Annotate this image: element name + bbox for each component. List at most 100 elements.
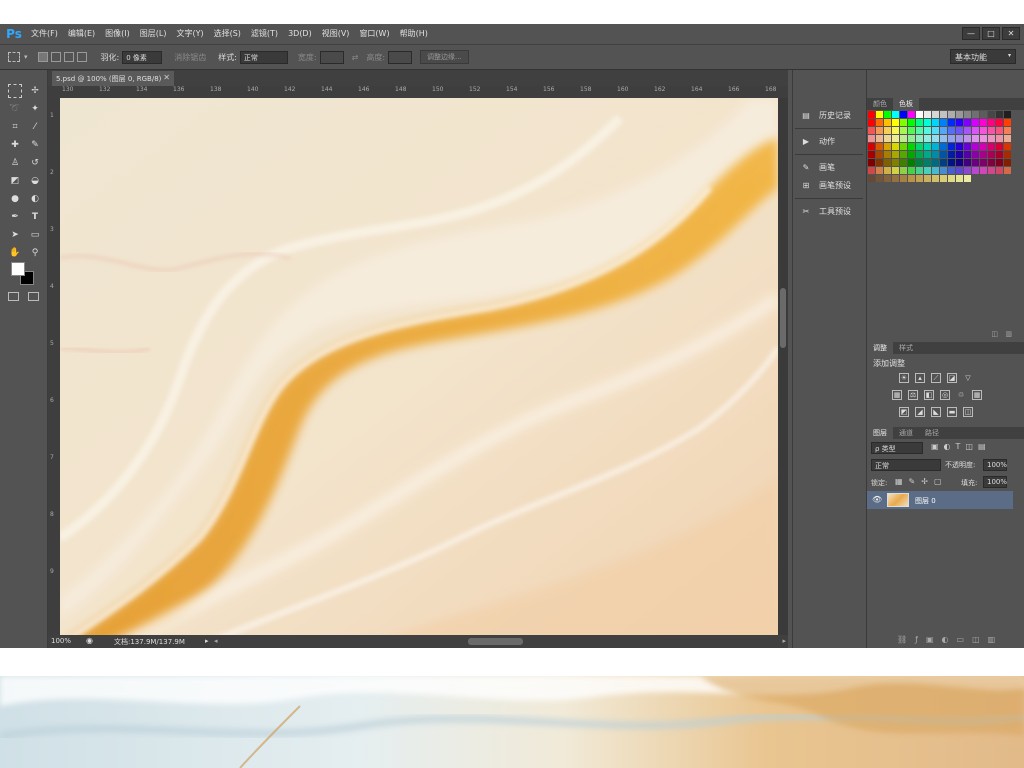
color-swatch[interactable] [956,135,963,142]
color-swatch[interactable] [884,159,891,166]
color-swatch[interactable] [884,111,891,118]
brush-presets-button[interactable]: ⊞ 画笔预设 [793,174,865,196]
color-swatch[interactable] [868,159,875,166]
color-swatch[interactable] [908,119,915,126]
color-swatch[interactable] [932,159,939,166]
vertical-scrollbar[interactable] [778,98,788,646]
color-swatch[interactable] [972,127,979,134]
color-swatch[interactable] [980,135,987,142]
history-brush-icon[interactable]: ↺ [28,156,42,170]
menu-layer[interactable]: 图层(L) [135,24,172,44]
color-swatch[interactable] [980,167,987,174]
color-swatch[interactable] [924,167,931,174]
photo-filter-icon[interactable]: ◎ [940,390,950,400]
color-swatch[interactable] [964,167,971,174]
quick-mask-icon[interactable] [8,292,19,301]
color-swatch[interactable] [980,159,987,166]
color-swatch[interactable] [996,111,1003,118]
layer-name[interactable]: 图层 0 [915,496,936,506]
color-swatch[interactable] [892,175,899,182]
color-swatch[interactable] [940,135,947,142]
color-swatch[interactable] [908,127,915,134]
color-swatch[interactable] [876,119,883,126]
color-swatch[interactable] [924,127,931,134]
color-swatch[interactable] [964,127,971,134]
color-swatch[interactable] [884,175,891,182]
color-swatch[interactable] [932,175,939,182]
color-lookup-icon[interactable]: ▦ [972,390,982,400]
color-swatch[interactable] [876,175,883,182]
tab-channels[interactable]: 通道 [893,427,919,439]
shape-icon[interactable]: ▭ [28,228,42,242]
color-swatch[interactable] [980,111,987,118]
scroll-left-icon[interactable]: ◂ [214,637,218,645]
eye-icon[interactable]: 👁 [872,495,882,504]
color-swatch[interactable] [908,111,915,118]
color-swatch[interactable] [980,127,987,134]
color-swatch[interactable] [916,151,923,158]
color-swatch[interactable] [884,119,891,126]
color-swatch[interactable] [956,127,963,134]
color-swatch[interactable] [892,167,899,174]
color-swatch[interactable] [932,143,939,150]
color-swatch[interactable] [964,135,971,142]
brush-icon[interactable]: ✎ [28,138,42,152]
layer-filter-select[interactable]: ρ 类型 [871,442,923,454]
info-icon[interactable]: ◉ [86,636,93,645]
color-swatch[interactable] [980,151,987,158]
color-swatch[interactable] [996,135,1003,142]
gradient-map-icon[interactable]: ▬ [947,407,957,417]
color-swatch[interactable] [868,135,875,142]
color-swatch[interactable] [972,167,979,174]
dodge-icon[interactable]: ◐ [28,192,42,206]
color-swatch[interactable] [932,135,939,142]
color-swatch[interactable] [924,175,931,182]
magic-wand-icon[interactable]: ✦ [28,102,42,116]
color-swatch[interactable] [900,159,907,166]
brightness-icon[interactable]: ☀ [899,373,909,383]
marquee-icon[interactable] [8,84,22,98]
color-swatch[interactable] [972,111,979,118]
refine-edge-button[interactable]: 调整边缘... [420,50,469,64]
scroll-right-icon[interactable]: ▸ [782,637,786,645]
color-swatch[interactable] [1004,167,1011,174]
color-swatch[interactable] [916,175,923,182]
crop-icon[interactable]: ⌗ [8,120,22,134]
color-swatch[interactable] [924,135,931,142]
color-swatch[interactable] [924,111,931,118]
color-swatch[interactable] [932,167,939,174]
color-swatch[interactable] [964,143,971,150]
color-swatch[interactable] [916,167,923,174]
color-swatch[interactable] [908,167,915,174]
color-swatch[interactable] [956,111,963,118]
color-swatch[interactable] [988,111,995,118]
color-swatch[interactable] [940,127,947,134]
layer-filter-icons[interactable]: ▣◐T◫▤ [931,442,991,451]
color-swatch[interactable] [876,127,883,134]
color-swatch[interactable] [972,135,979,142]
color-swatch[interactable] [964,175,971,182]
color-swatch[interactable] [988,151,995,158]
lock-icons[interactable]: ▦✎✢▢ [895,477,948,486]
color-swatch[interactable] [868,127,875,134]
color-swatch[interactable] [972,159,979,166]
color-swatch[interactable] [908,135,915,142]
vibrance-icon[interactable]: ▽ [963,373,973,383]
close-button[interactable]: ✕ [1002,27,1020,40]
color-swatch[interactable] [940,175,947,182]
opacity-input[interactable]: 100% [983,459,1007,471]
color-swatch[interactable] [980,143,987,150]
tool-presets-button[interactable]: ✂ 工具预设 [793,200,865,222]
menu-edit[interactable]: 编辑(E) [63,24,100,44]
color-swatch[interactable] [900,111,907,118]
color-swatch[interactable] [908,143,915,150]
color-swatch[interactable] [892,119,899,126]
color-swatch[interactable] [988,135,995,142]
color-swatch[interactable] [996,119,1003,126]
menu-image[interactable]: 图像(I) [100,24,135,44]
status-menu-arrow-icon[interactable]: ▸ [205,637,209,645]
curves-icon[interactable]: ⟋ [931,373,941,383]
threshold-icon[interactable]: ◣ [931,407,941,417]
color-swatch[interactable] [892,151,899,158]
eyedropper-icon[interactable]: ⁄ [28,120,42,134]
